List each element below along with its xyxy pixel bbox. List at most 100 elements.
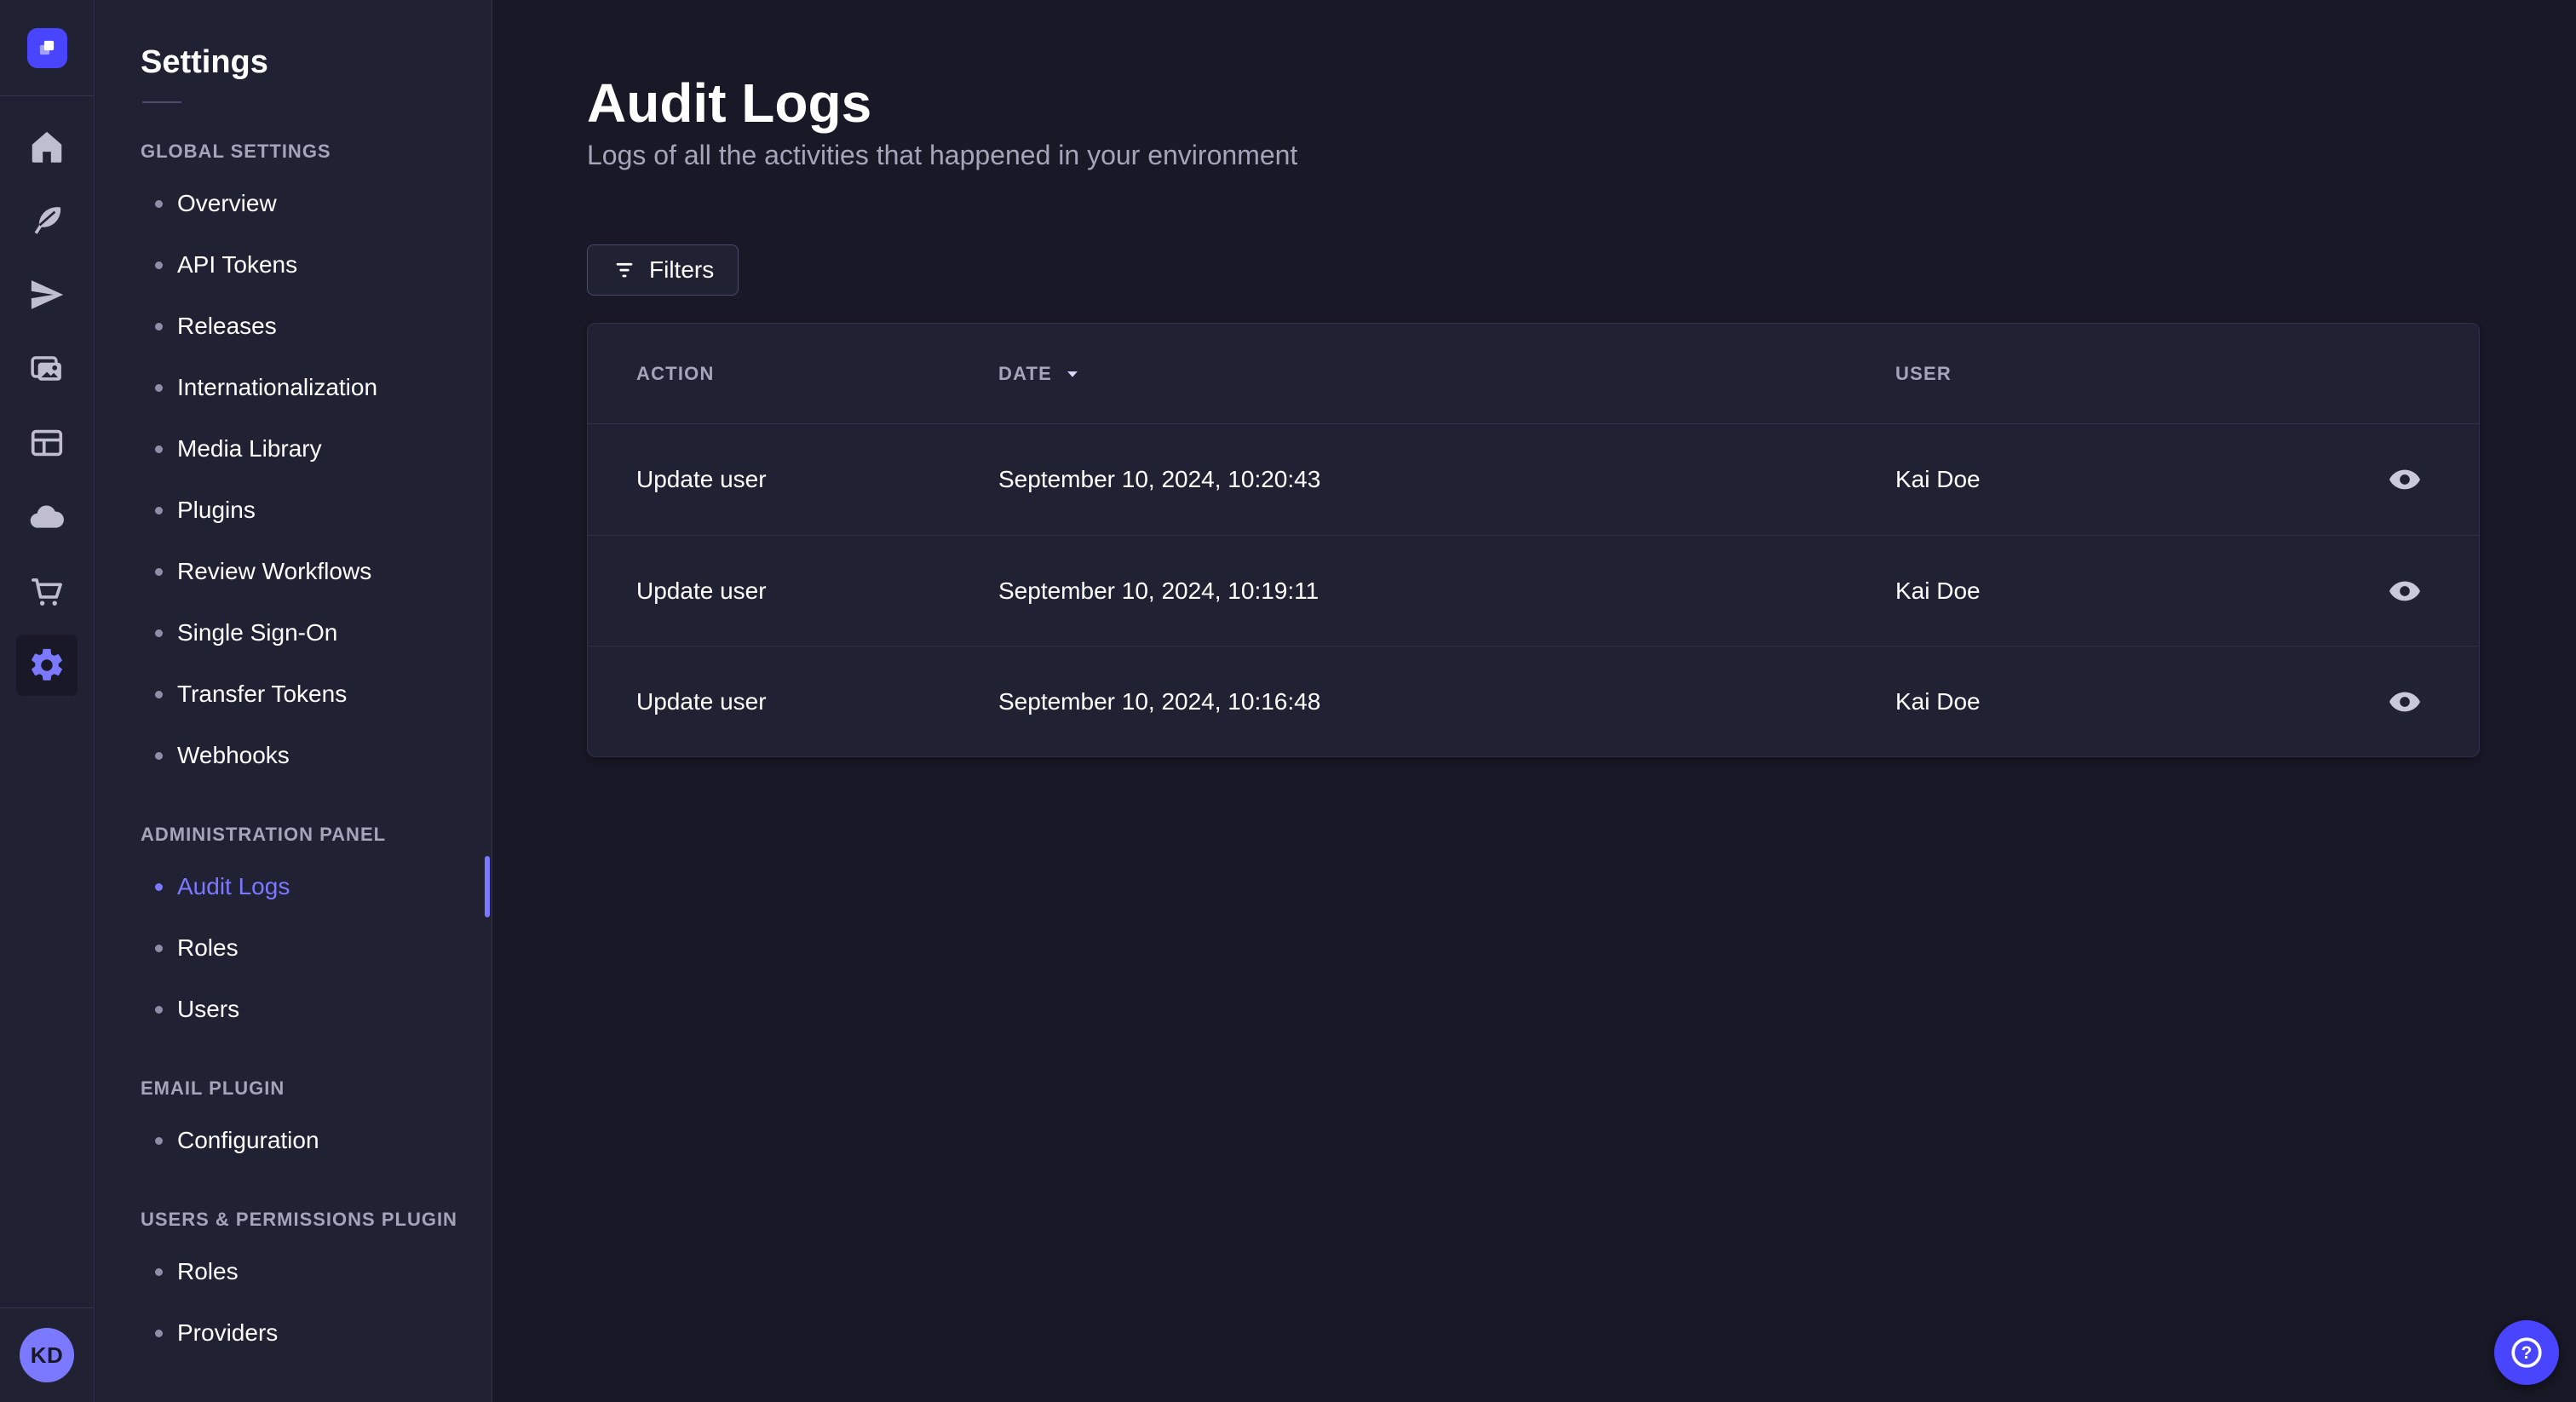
section-label-email-plugin: EMAIL PLUGIN	[141, 1077, 285, 1099]
column-header-date-label: DATE	[998, 362, 1053, 384]
eye-icon	[2389, 581, 2420, 601]
sidebar-item-label: Transfer Tokens	[177, 681, 348, 707]
view-log-button[interactable]	[2379, 566, 2430, 617]
filters-button[interactable]: Filters	[587, 244, 739, 296]
sidebar-item-admin-roles[interactable]: Roles	[95, 917, 492, 979]
filters-button-label: Filters	[649, 256, 715, 284]
page-subtitle: Logs of all the activities that happened…	[587, 140, 1298, 171]
bullet-icon	[155, 944, 163, 952]
sidebar-item-webhooks[interactable]: Webhooks	[95, 725, 492, 786]
feather-icon[interactable]	[16, 190, 78, 251]
cell-date: September 10, 2024, 10:19:11	[998, 577, 1320, 604]
help-button[interactable]: ?	[2494, 1320, 2559, 1385]
cell-date: September 10, 2024, 10:16:48	[998, 687, 1321, 715]
cell-date: September 10, 2024, 10:20:43	[998, 466, 1321, 493]
bullet-icon	[155, 1267, 163, 1276]
sidebar-item-label: Internationalization	[177, 374, 378, 400]
sort-desc-icon	[1064, 365, 1081, 382]
gear-icon[interactable]	[16, 635, 78, 696]
sidebar-item-label: Overview	[177, 190, 277, 216]
sidebar-item-review-workflows[interactable]: Review Workflows	[95, 541, 492, 602]
bullet-icon	[155, 751, 163, 760]
sidebar-item-label: Releases	[177, 313, 277, 339]
user-area: KD	[0, 1307, 94, 1402]
media-photos-icon[interactable]	[16, 338, 78, 399]
column-header-date[interactable]: DATE	[998, 363, 1895, 385]
strapi-logo-icon[interactable]	[26, 27, 67, 68]
table-row: Update user September 10, 2024, 10:20:43…	[588, 424, 2479, 535]
cell-action: Update user	[636, 466, 767, 493]
sidebar-item-label: Single Sign-On	[177, 619, 338, 646]
column-header-action: ACTION	[636, 362, 715, 384]
cell-action: Update user	[636, 687, 767, 715]
cart-icon[interactable]	[16, 560, 78, 622]
sidebar-item-media-library[interactable]: Media Library	[95, 418, 492, 480]
paper-plane-icon[interactable]	[16, 264, 78, 325]
administration-panel-list: Audit Logs Roles Users	[95, 856, 492, 1040]
cell-user: Kai Doe	[1895, 466, 1981, 493]
table-row: Update user September 10, 2024, 10:19:11…	[588, 535, 2479, 646]
section-label-users-permissions-plugin: USERS & PERMISSIONS PLUGIN	[141, 1209, 457, 1230]
sidebar-item-up-providers[interactable]: Providers	[95, 1302, 492, 1364]
section-label-global-settings: GLOBAL SETTINGS	[141, 141, 331, 162]
global-settings-list: Overview API Tokens Releases Internation…	[95, 173, 492, 786]
svg-text:?: ?	[2521, 1343, 2533, 1363]
sidebar-item-admin-users[interactable]: Users	[95, 979, 492, 1040]
bullet-icon	[155, 1136, 163, 1145]
layout-icon[interactable]	[16, 412, 78, 474]
logo-area	[0, 0, 94, 96]
sidebar-item-releases[interactable]: Releases	[95, 296, 492, 357]
sidebar-item-label: Plugins	[177, 497, 256, 523]
view-log-button[interactable]	[2379, 454, 2430, 505]
user-avatar[interactable]: KD	[20, 1328, 74, 1382]
bullet-icon	[155, 383, 163, 392]
cloud-icon[interactable]	[16, 486, 78, 548]
sidebar-item-label: Review Workflows	[177, 558, 372, 584]
active-item-indicator	[485, 856, 490, 917]
home-icon[interactable]	[16, 116, 78, 177]
table-header-row: ACTION DATE USER	[588, 324, 2479, 425]
question-circle-icon: ?	[2511, 1337, 2542, 1368]
bullet-icon	[155, 261, 163, 269]
bullet-icon	[155, 1005, 163, 1014]
sidebar-item-configuration[interactable]: Configuration	[95, 1110, 492, 1171]
page-title: Audit Logs	[587, 72, 872, 134]
bullet-icon	[155, 506, 163, 514]
sidebar-item-up-roles[interactable]: Roles	[95, 1241, 492, 1302]
bullet-icon	[155, 322, 163, 330]
icon-rail-nav	[0, 116, 94, 696]
bullet-icon	[155, 882, 163, 891]
bullet-icon	[155, 445, 163, 453]
sidebar-item-label: Webhooks	[177, 742, 290, 768]
users-permissions-plugin-list: Roles Providers	[95, 1241, 492, 1364]
main-content: Audit Logs Logs of all the activities th…	[492, 0, 2576, 1402]
bullet-icon	[155, 629, 163, 637]
sidebar-item-label: Providers	[177, 1319, 279, 1346]
sidebar-item-transfer-tokens[interactable]: Transfer Tokens	[95, 664, 492, 725]
cell-action: Update user	[636, 577, 767, 604]
sidebar-item-internationalization[interactable]: Internationalization	[95, 357, 492, 418]
sidebar-item-label: Users	[177, 996, 240, 1022]
icon-rail: KD	[0, 0, 95, 1402]
sidebar-item-label: Media Library	[177, 435, 322, 462]
sidebar-item-plugins[interactable]: Plugins	[95, 480, 492, 541]
strapi-admin-app: KD Settings GLOBAL SETTINGS Overview API…	[0, 0, 2576, 1402]
sidebar-item-api-tokens[interactable]: API Tokens	[95, 234, 492, 296]
filter-icon	[616, 263, 633, 278]
eye-icon	[2389, 470, 2420, 490]
eye-icon	[2389, 692, 2420, 712]
sidebar-item-overview[interactable]: Overview	[95, 173, 492, 234]
bullet-icon	[155, 567, 163, 576]
sidebar-title-divider	[142, 101, 181, 103]
sidebar-title: Settings	[141, 44, 268, 80]
sidebar-item-single-sign-on[interactable]: Single Sign-On	[95, 602, 492, 664]
sidebar-item-label: Roles	[177, 934, 239, 961]
cell-user: Kai Doe	[1895, 577, 1981, 604]
view-log-button[interactable]	[2379, 676, 2430, 727]
sidebar-item-label: Configuration	[177, 1127, 319, 1153]
cell-user: Kai Doe	[1895, 687, 1981, 715]
sidebar-item-audit-logs[interactable]: Audit Logs	[95, 856, 492, 917]
audit-logs-table: ACTION DATE USER Update user September 1…	[587, 323, 2480, 758]
bullet-icon	[155, 1329, 163, 1337]
settings-sidebar: Settings GLOBAL SETTINGS Overview API To…	[95, 0, 492, 1402]
